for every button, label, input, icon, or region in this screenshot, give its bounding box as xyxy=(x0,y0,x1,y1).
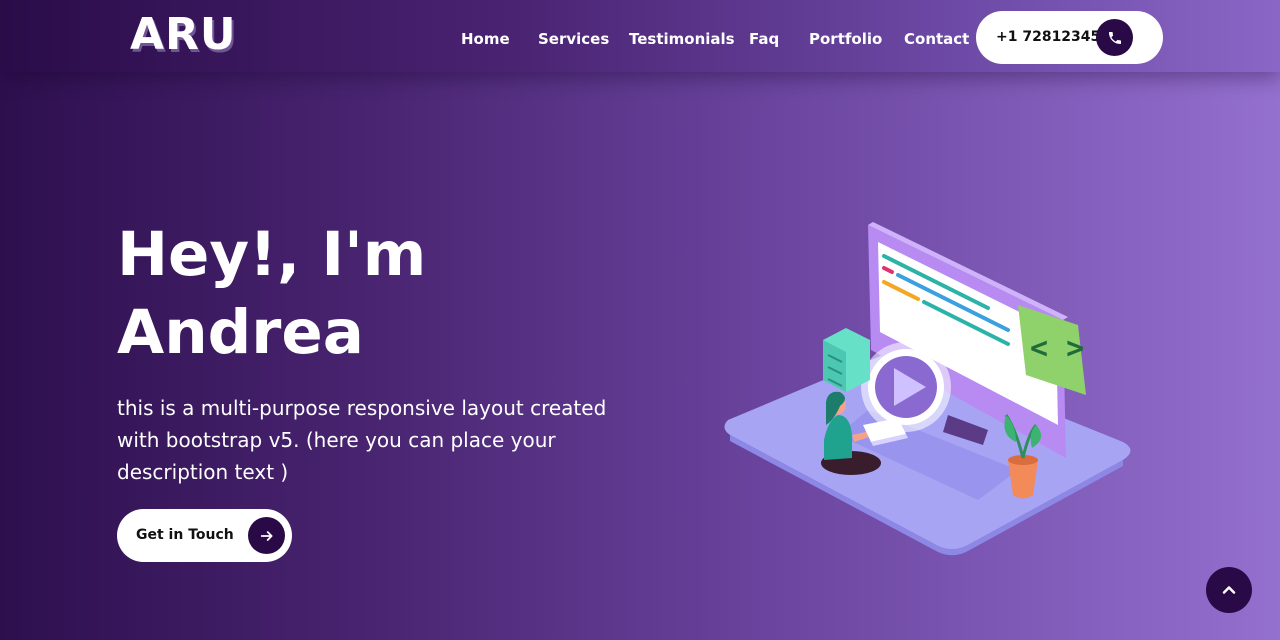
hero-title-line2: Andrea xyxy=(117,297,364,368)
chevron-up-icon xyxy=(1222,586,1236,594)
arrow-right-icon xyxy=(248,517,285,554)
get-in-touch-label: Get in Touch xyxy=(136,527,234,543)
phone-button[interactable]: +1 728123456 xyxy=(976,11,1163,64)
hero-title-line1: Hey!, I'm xyxy=(117,219,427,290)
developer-illustration: < > xyxy=(724,222,1131,556)
phone-number: +1 728123456 xyxy=(996,29,1111,45)
hero-illustration: < > xyxy=(718,220,1138,560)
scroll-to-top-button[interactable] xyxy=(1206,567,1252,613)
nav-link-home[interactable]: Home xyxy=(461,30,510,48)
hero-description: this is a multi-purpose responsive layou… xyxy=(117,396,607,484)
phone-icon xyxy=(1096,19,1133,56)
hero-title: Hey!, I'm Andrea xyxy=(117,216,637,372)
nav-link-services[interactable]: Services xyxy=(538,30,609,48)
nav-link-faq[interactable]: Faq xyxy=(749,30,779,48)
svg-text:< >: < > xyxy=(1030,331,1084,366)
nav-link-testimonials[interactable]: Testimonials xyxy=(629,30,735,48)
navbar: ARU Home Services Testimonials Faq Portf… xyxy=(0,0,1280,72)
nav-link-portfolio[interactable]: Portfolio xyxy=(809,30,882,48)
nav-link-contact[interactable]: Contact xyxy=(904,30,969,48)
get-in-touch-button[interactable]: Get in Touch xyxy=(117,509,292,562)
